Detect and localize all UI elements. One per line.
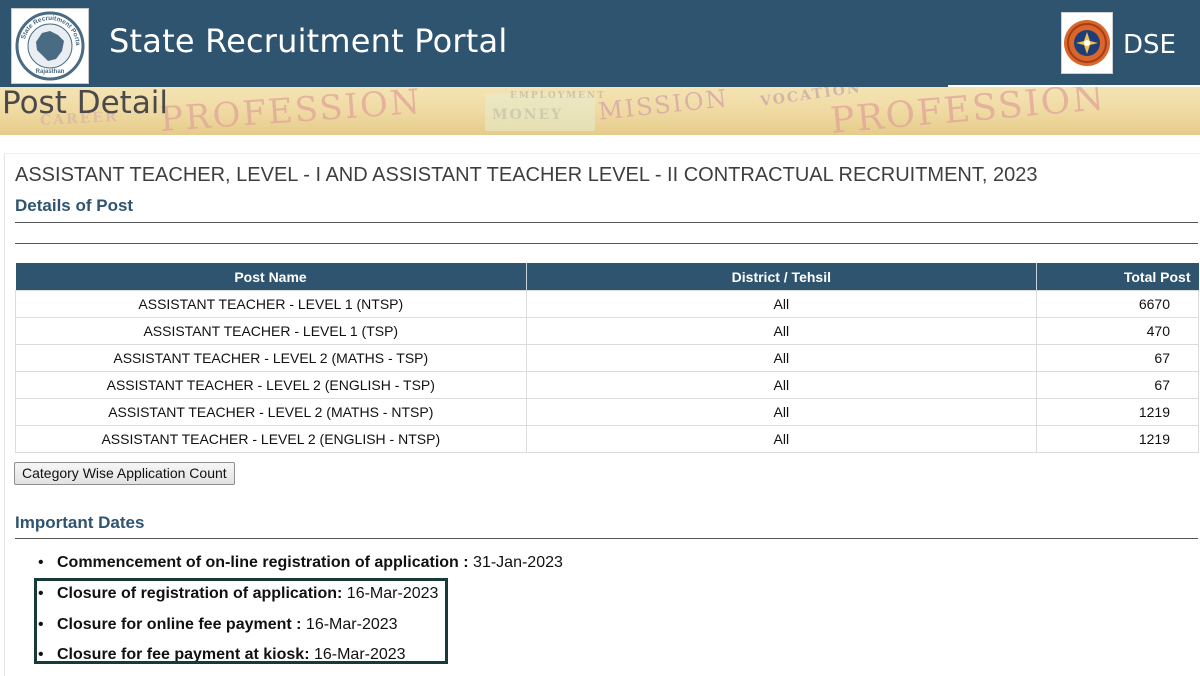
table-row: ASSISTANT TEACHER - LEVEL 2 (ENGLISH - N… bbox=[15, 425, 1199, 453]
total-post-cell: 470 bbox=[1036, 317, 1199, 345]
details-heading: Details of Post bbox=[15, 196, 134, 215]
site-title: State Recruitment Portal bbox=[109, 22, 508, 60]
table-row: ASSISTANT TEACHER - LEVEL 2 (MATHS - TSP… bbox=[15, 344, 1199, 372]
date-value: 31-Jan-2023 bbox=[468, 554, 563, 571]
post-name-cell: ASSISTANT TEACHER - LEVEL 1 (TSP) bbox=[15, 317, 527, 345]
dse-emblem-icon bbox=[1064, 20, 1110, 66]
table-row: ASSISTANT TEACHER - LEVEL 1 (TSP) All 47… bbox=[15, 317, 1199, 345]
post-name-cell: ASSISTANT TEACHER - LEVEL 2 (MATHS - NTS… bbox=[15, 398, 527, 426]
banner-watermark: PROFESSION bbox=[828, 87, 1108, 135]
table-row: ASSISTANT TEACHER - LEVEL 2 (MATHS - NTS… bbox=[15, 398, 1199, 426]
date-label: Commencement of on-line registration of … bbox=[57, 554, 469, 571]
important-dates-heading: Important Dates bbox=[15, 513, 145, 532]
district-cell: All bbox=[525, 371, 1038, 399]
date-item-commencement: • Commencement of on-line registration of… bbox=[38, 554, 563, 572]
column-header-total-post: Total Post bbox=[1036, 263, 1199, 291]
dse-label: DSE bbox=[1123, 30, 1176, 60]
post-name-cell: ASSISTANT TEACHER - LEVEL 2 (ENGLISH - N… bbox=[15, 425, 527, 453]
post-name-cell: ASSISTANT TEACHER - LEVEL 2 (MATHS - TSP… bbox=[15, 344, 527, 372]
table-row: ASSISTANT TEACHER - LEVEL 2 (ENGLISH - T… bbox=[15, 371, 1199, 399]
banner-watermark: MISSION bbox=[596, 87, 730, 126]
column-header-post-name: Post Name bbox=[15, 263, 527, 291]
posts-table: Post Name District / Tehsil Total Post A… bbox=[15, 263, 1199, 453]
total-post-cell: 67 bbox=[1036, 371, 1199, 399]
logo-rajasthan-text: Rajasthan bbox=[35, 69, 65, 75]
district-cell: All bbox=[525, 425, 1038, 453]
post-title: ASSISTANT TEACHER, LEVEL - I AND ASSISTA… bbox=[15, 164, 1038, 186]
site-header: State Recruitment Portal Rajasthan State… bbox=[0, 0, 1200, 89]
district-cell: All bbox=[525, 398, 1038, 426]
banner-watermark: EMPLOYMENT bbox=[510, 91, 606, 101]
page-banner: PROFESSION PROFESSION MISSION MONEY VOCA… bbox=[0, 87, 1200, 135]
banner-watermark: PROFESSION bbox=[158, 87, 423, 135]
category-wise-count-button[interactable]: Category Wise Application Count bbox=[14, 462, 235, 485]
section-divider bbox=[15, 538, 1198, 539]
total-post-cell: 67 bbox=[1036, 344, 1199, 372]
district-cell: All bbox=[525, 290, 1038, 318]
post-name-cell: ASSISTANT TEACHER - LEVEL 1 (NTSP) bbox=[15, 290, 527, 318]
total-post-cell: 6670 bbox=[1036, 290, 1199, 318]
section-divider bbox=[15, 243, 1198, 244]
total-post-cell: 1219 bbox=[1036, 425, 1199, 453]
district-cell: All bbox=[525, 317, 1038, 345]
page-title: Post Detail bbox=[2, 85, 169, 121]
dse-logo[interactable] bbox=[1061, 12, 1113, 74]
bullet-icon: • bbox=[38, 554, 44, 571]
banner-watermark: MONEY bbox=[492, 107, 564, 123]
closure-dates-highlight bbox=[34, 578, 448, 664]
section-divider bbox=[15, 222, 1198, 223]
total-post-cell: 1219 bbox=[1036, 398, 1199, 426]
post-name-cell: ASSISTANT TEACHER - LEVEL 2 (ENGLISH - T… bbox=[15, 371, 527, 399]
table-header-row: Post Name District / Tehsil Total Post bbox=[15, 263, 1199, 291]
portal-logo[interactable]: State Recruitment Portal Rajasthan bbox=[11, 8, 89, 84]
district-cell: All bbox=[525, 344, 1038, 372]
column-header-district: District / Tehsil bbox=[526, 263, 1038, 291]
table-row: ASSISTANT TEACHER - LEVEL 1 (NTSP) All 6… bbox=[15, 290, 1199, 318]
